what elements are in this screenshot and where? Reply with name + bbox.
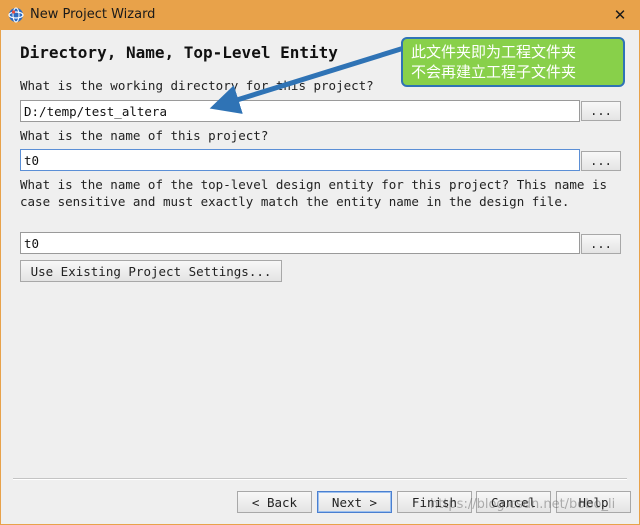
button-separator [13, 478, 627, 480]
directory-browse-button[interactable]: ... [581, 101, 621, 121]
use-existing-settings-button[interactable]: Use Existing Project Settings... [20, 260, 282, 282]
project-name-input[interactable] [20, 149, 580, 171]
close-icon[interactable]: ✕ [610, 5, 630, 25]
project-name-browse-button[interactable]: ... [581, 151, 621, 171]
quartus-globe-icon [8, 7, 24, 23]
directory-input[interactable] [20, 100, 580, 122]
top-level-question: What is the name of the top-level design… [20, 177, 607, 209]
annotation-line-2: 不会再建立工程子文件夹 [411, 63, 577, 81]
next-button[interactable]: Next > [317, 491, 392, 513]
project-name-question: What is the name of this project? [20, 128, 269, 143]
watermark: https://blog.csdn.net/bobo_li [430, 497, 616, 512]
page-title: Directory, Name, Top-Level Entity [20, 43, 338, 62]
annotation-line-1: 此文件夹即为工程文件夹 [411, 43, 577, 61]
wizard-client-area: Directory, Name, Top-Level Entity What i… [1, 30, 639, 524]
annotation-callout: 此文件夹即为工程文件夹 不会再建立工程子文件夹 [401, 37, 625, 87]
title-bar[interactable]: New Project Wizard ✕ [0, 0, 640, 30]
top-level-entity-input[interactable] [20, 232, 580, 254]
top-level-browse-button[interactable]: ... [581, 234, 621, 254]
window-title: New Project Wizard [30, 7, 156, 22]
back-button[interactable]: < Back [237, 491, 312, 513]
